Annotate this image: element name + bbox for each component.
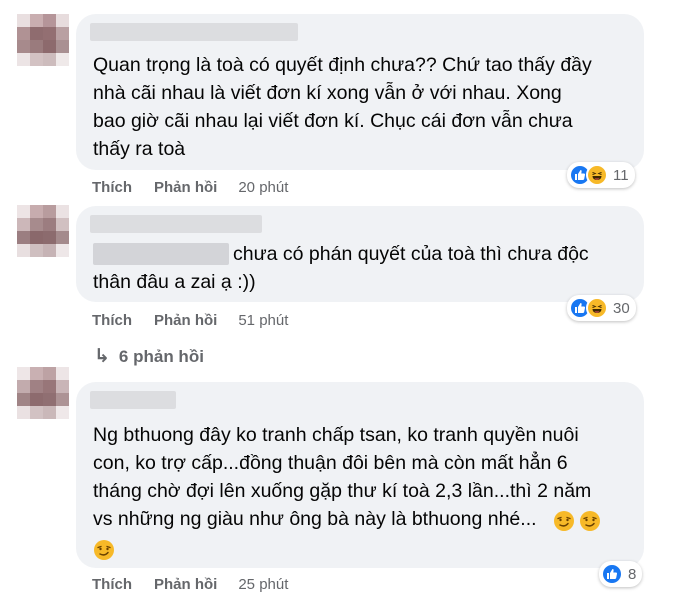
comment-text-line: nhà cãi nhau là viết đơn kí xong vẫn ở v…	[93, 82, 562, 104]
comment-actions: Thích Phản hồi 25 phút	[92, 576, 288, 593]
reaction-count: 8	[628, 565, 637, 583]
reaction-count: 11	[613, 166, 629, 184]
smirk-emoji	[553, 510, 575, 532]
blurred-mention	[93, 243, 229, 265]
blurred-author-name	[90, 215, 262, 233]
like-button[interactable]: Thích	[92, 179, 132, 196]
comment-text-line: bao giờ cãi nhau lại viết đơn kí. Chục c…	[93, 110, 573, 132]
reply-arrow-icon: ↳	[94, 346, 110, 367]
comment-actions: Thích Phản hồi 51 phút	[92, 312, 288, 329]
like-button[interactable]: Thích	[92, 576, 132, 593]
comment-text-line: con, ko trợ cấp...đồng thuận đôi bên mà …	[93, 452, 568, 474]
smirk-emoji	[93, 539, 115, 561]
reaction-summary[interactable]: 8	[599, 561, 643, 587]
view-replies-link[interactable]: ↳ 6 phản hồi	[94, 345, 204, 368]
comment-bubble: Quan trọng là toà có quyết định chưa?? C…	[76, 14, 644, 170]
comment-text-line: Quan trọng là toà có quyết định chưa?? C…	[93, 54, 592, 76]
comment-bubble: chưa có phán quyết của toà thì chưa độc …	[76, 206, 644, 302]
reaction-count: 30	[613, 299, 630, 317]
comment-timestamp[interactable]: 51 phút	[238, 312, 288, 329]
like-icon	[601, 563, 623, 585]
reply-button[interactable]: Phản hồi	[154, 576, 217, 593]
like-button[interactable]: Thích	[92, 312, 132, 329]
comment-timestamp[interactable]: 20 phút	[238, 179, 288, 196]
avatar[interactable]	[17, 14, 69, 66]
avatar[interactable]	[17, 205, 69, 257]
reaction-summary[interactable]: 30	[567, 295, 636, 321]
comment-text-line: chưa có phán quyết của toà thì chưa độc	[233, 243, 589, 265]
reply-button[interactable]: Phản hồi	[154, 312, 217, 329]
comment-actions: Thích Phản hồi 20 phút	[92, 179, 288, 196]
comment-text-line: tháng chờ đợi lên xuống gặp thư kí toà 2…	[93, 480, 592, 502]
view-replies-label: 6 phản hồi	[118, 346, 204, 366]
comment-bubble: Ng bthuong đây ko tranh chấp tsan, ko tr…	[76, 382, 644, 568]
comment-text-line: vs những ng giàu như ông bà này là bthuo…	[93, 508, 537, 530]
avatar[interactable]	[17, 367, 69, 419]
comment-text-line: Ng bthuong đây ko tranh chấp tsan, ko tr…	[93, 424, 579, 446]
comment-text-line: thấy ra toà	[93, 138, 186, 160]
comment-timestamp[interactable]: 25 phút	[238, 576, 288, 593]
blurred-author-name	[90, 23, 298, 41]
blurred-author-name	[90, 391, 176, 409]
haha-icon	[586, 297, 608, 319]
haha-icon	[586, 164, 608, 186]
smirk-emoji	[579, 510, 601, 532]
reaction-summary[interactable]: 11	[567, 162, 635, 188]
reply-button[interactable]: Phản hồi	[154, 179, 217, 196]
comment-text-line: thân đâu a zai ạ :))	[93, 271, 256, 293]
